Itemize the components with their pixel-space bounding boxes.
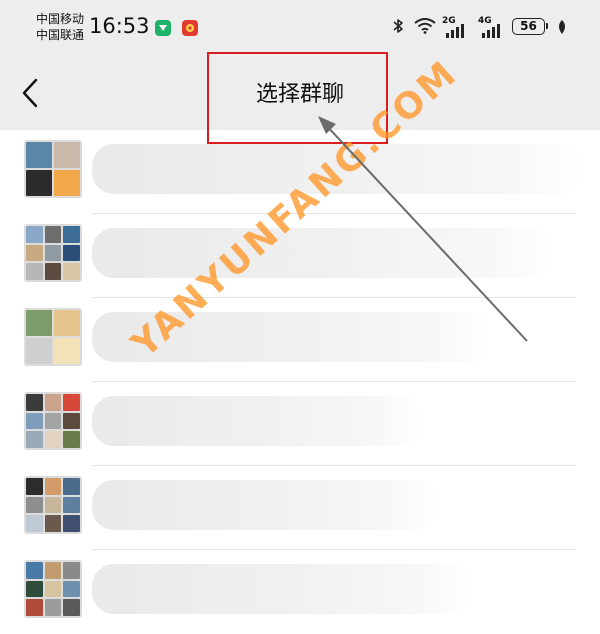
status-bar: 中国移动 中国联通 16:53 2G 4G 56 xyxy=(0,0,600,52)
avatar-tile xyxy=(26,431,43,448)
group-avatar xyxy=(24,392,82,450)
notification-app-icon xyxy=(155,20,171,36)
avatar-tile xyxy=(26,338,52,364)
avatar-tile xyxy=(26,170,52,196)
signal-bars-icon xyxy=(482,24,500,38)
avatar-tile xyxy=(26,226,43,243)
avatar-tile xyxy=(26,599,43,616)
avatar-tile xyxy=(63,496,80,514)
avatar-tile xyxy=(54,310,80,336)
avatar-tile xyxy=(54,142,80,168)
avatar-tile xyxy=(44,431,62,448)
battery-indicator: 56 xyxy=(512,18,548,35)
avatar-tile xyxy=(63,226,80,243)
avatar-tile xyxy=(26,244,43,262)
carrier-2: 中国联通 xyxy=(36,28,85,42)
avatar-tile xyxy=(63,580,80,598)
clock: 16:53 xyxy=(89,14,150,38)
avatar-tile xyxy=(54,338,80,364)
redacted-group-name xyxy=(92,396,422,446)
avatar-tile xyxy=(44,412,62,430)
avatar-tile xyxy=(44,599,62,616)
avatar-tile xyxy=(26,478,43,495)
avatar-tile xyxy=(63,263,80,280)
avatar-tile xyxy=(44,496,62,514)
group-avatar xyxy=(24,308,82,366)
avatar-tile xyxy=(63,515,80,532)
group-avatar xyxy=(24,224,82,282)
avatar-tile xyxy=(44,562,62,579)
avatar-tile xyxy=(26,263,43,280)
signal-bars-icon xyxy=(446,24,464,38)
avatar-tile xyxy=(63,431,80,448)
avatar-tile xyxy=(26,412,43,430)
avatar-tile xyxy=(26,394,43,411)
avatar-tile xyxy=(63,599,80,616)
avatar-tile xyxy=(54,170,80,196)
group-avatar xyxy=(24,560,82,618)
carrier-1: 中国移动 xyxy=(36,12,85,26)
redacted-group-name xyxy=(92,564,472,614)
bluetooth-icon xyxy=(393,19,403,33)
avatar-tile xyxy=(26,310,52,336)
notification-app-icon-2 xyxy=(182,20,198,36)
avatar-tile xyxy=(63,412,80,430)
redacted-group-name xyxy=(92,228,552,278)
group-avatar xyxy=(24,140,82,198)
avatar-tile xyxy=(44,263,62,280)
avatar-tile xyxy=(44,226,62,243)
avatar-tile xyxy=(63,478,80,495)
wifi-icon xyxy=(414,18,436,34)
avatar-tile xyxy=(44,515,62,532)
avatar-tile xyxy=(44,394,62,411)
avatar-tile xyxy=(63,562,80,579)
group-chat-item[interactable] xyxy=(0,382,600,466)
avatar-tile xyxy=(26,142,52,168)
avatar-tile xyxy=(26,496,43,514)
avatar-tile xyxy=(26,562,43,579)
avatar-tile xyxy=(63,394,80,411)
carrier-labels: 中国移动 中国联通 xyxy=(36,11,84,43)
group-chat-item[interactable] xyxy=(0,298,600,382)
avatar-tile xyxy=(26,580,43,598)
group-chat-item[interactable] xyxy=(0,466,600,550)
avatar-tile xyxy=(44,478,62,495)
redacted-group-name xyxy=(92,480,437,530)
avatar-tile xyxy=(44,244,62,262)
avatar-tile xyxy=(63,244,80,262)
avatar-tile xyxy=(26,515,43,532)
power-saving-leaf-icon xyxy=(559,20,565,34)
group-chat-item[interactable] xyxy=(0,550,600,634)
group-avatar xyxy=(24,476,82,534)
avatar-tile xyxy=(44,580,62,598)
